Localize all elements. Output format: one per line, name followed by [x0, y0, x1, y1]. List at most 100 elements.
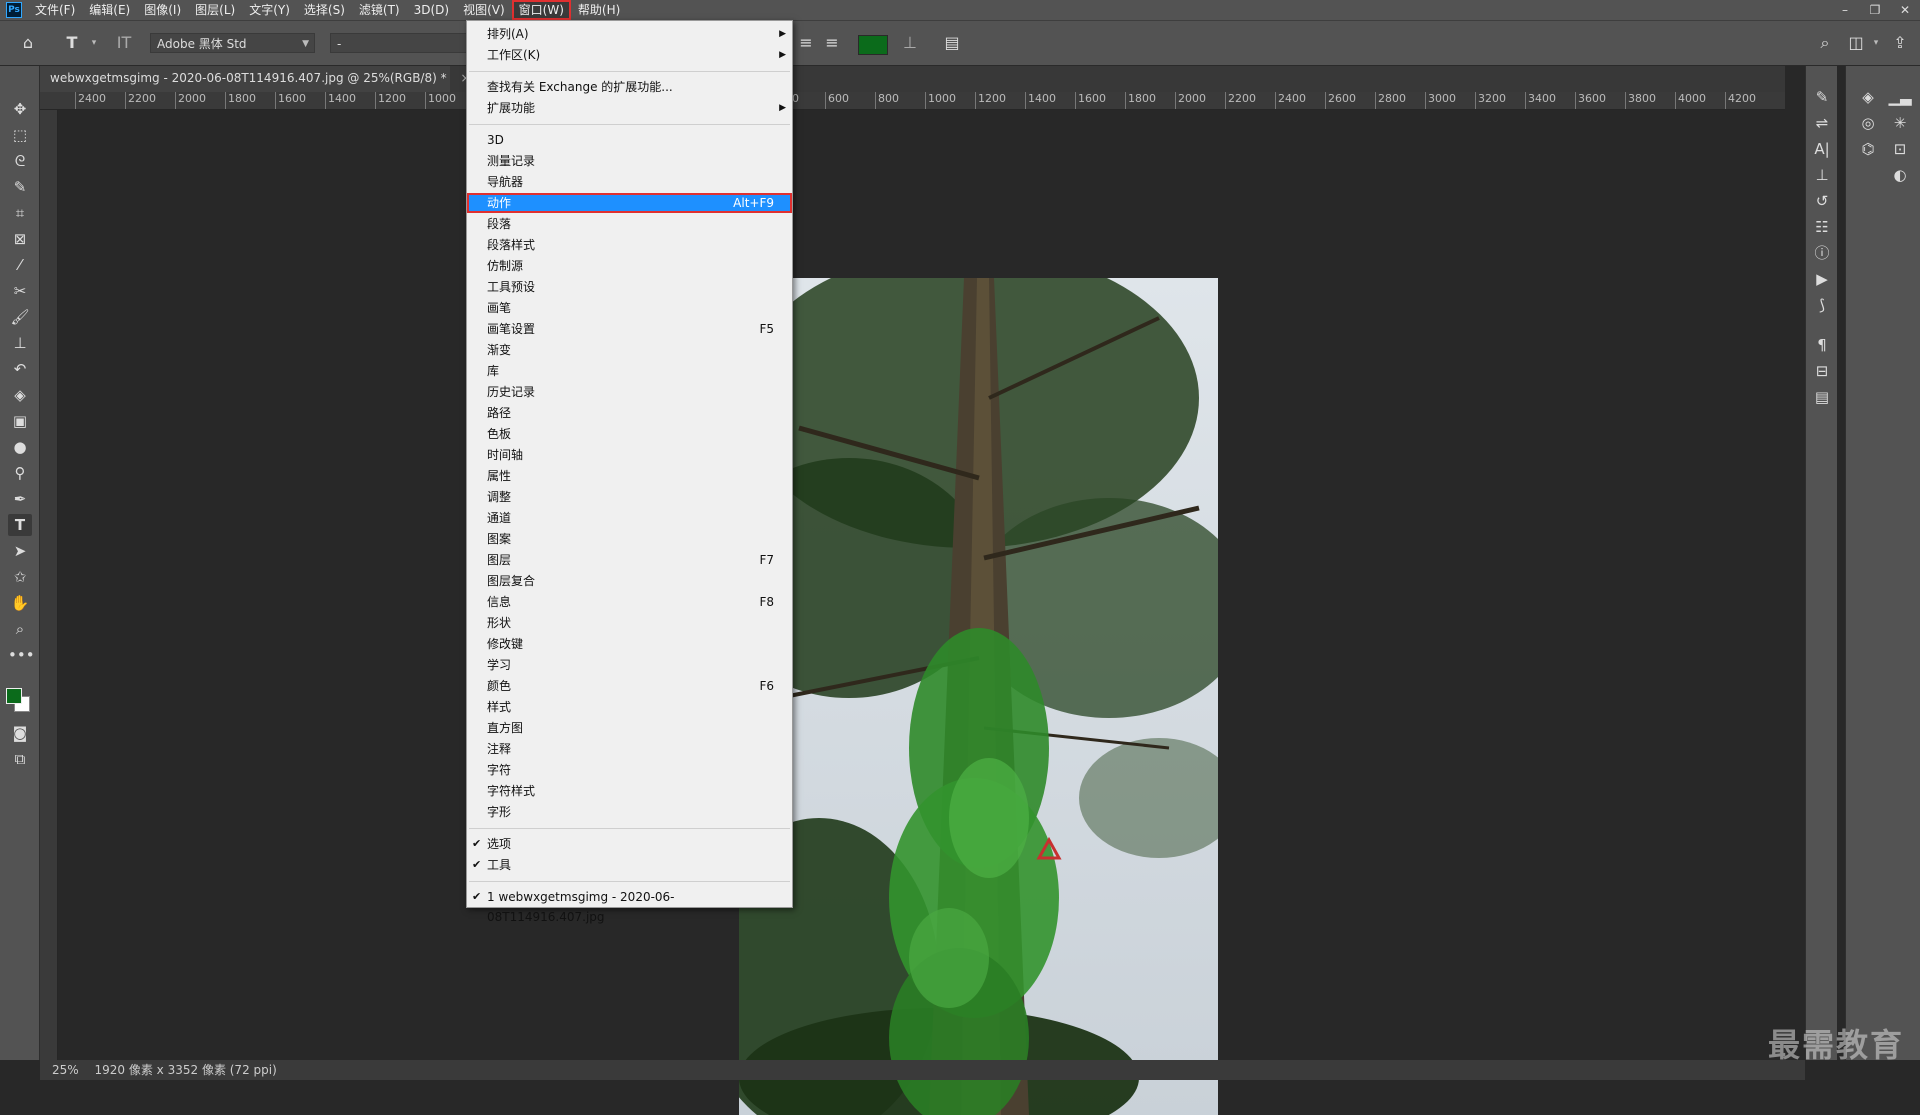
- window-menu-item[interactable]: 图层复合: [467, 571, 792, 591]
- chevron-down-icon[interactable]: ▾: [1866, 33, 1886, 53]
- layers-icon[interactable]: ◈: [1856, 86, 1880, 108]
- vertical-ruler[interactable]: [40, 110, 58, 1060]
- layer-comps-icon[interactable]: ⊟: [1810, 360, 1834, 382]
- zoom-level[interactable]: 25%: [52, 1063, 79, 1077]
- pen-tool-icon[interactable]: ✒: [8, 488, 32, 510]
- window-menu-item[interactable]: 形状: [467, 613, 792, 633]
- window-menu-item[interactable]: 色板: [467, 424, 792, 444]
- window-menu-item[interactable]: ✔ 选项: [467, 834, 792, 854]
- window-menu-item[interactable]: 查找有关 Exchange 的扩展功能...: [467, 77, 792, 97]
- window-menu-item[interactable]: 工具预设: [467, 277, 792, 297]
- menu-file[interactable]: 文件(F): [28, 0, 82, 20]
- window-menu-item[interactable]: 渐变: [467, 340, 792, 360]
- window-menu-item[interactable]: 画笔设置 F5: [467, 319, 792, 339]
- menu-help[interactable]: 帮助(H): [571, 0, 627, 20]
- align-right-icon[interactable]: ≡: [822, 33, 842, 53]
- window-menu-item[interactable]: 通道: [467, 508, 792, 528]
- share-icon[interactable]: ⇪: [1890, 33, 1910, 53]
- crop-tool-icon[interactable]: ⌗: [8, 202, 32, 224]
- brush-settings-icon[interactable]: ✎: [1810, 86, 1834, 108]
- window-menu-item[interactable]: 扩展功能 ▶: [467, 98, 792, 118]
- horizontal-ruler[interactable]: 2400 2200 2000 1800 1600 1400 1200 1000 800 600 40…: [40, 92, 1785, 110]
- menu-3d[interactable]: 3D(D): [407, 0, 456, 20]
- window-menu-item[interactable]: 图案: [467, 529, 792, 549]
- search-icon[interactable]: ⌕: [1815, 33, 1835, 53]
- window-menu-item[interactable]: 时间轴: [467, 445, 792, 465]
- histogram-icon[interactable]: ▁▃: [1888, 86, 1912, 108]
- menu-filter[interactable]: 滤镜(T): [352, 0, 407, 20]
- foreground-color-swatch[interactable]: [6, 688, 22, 704]
- eyedropper-tool-icon[interactable]: ⁄: [8, 254, 32, 276]
- notes-icon[interactable]: ▤: [1810, 386, 1834, 408]
- move-tool-icon[interactable]: ✥: [8, 98, 32, 120]
- window-menu-item[interactable]: 修改键: [467, 634, 792, 654]
- text-orientation-icon[interactable]: IT: [114, 33, 134, 53]
- home-icon[interactable]: ⌂: [18, 33, 38, 53]
- libraries-icon[interactable]: ⊡: [1888, 138, 1912, 160]
- window-menu-item[interactable]: 仿制源: [467, 256, 792, 276]
- window-menu-item[interactable]: 测量记录: [467, 151, 792, 171]
- window-menu-item[interactable]: 动作 Alt+F9: [467, 193, 792, 213]
- paths-panel-icon[interactable]: ⌬: [1856, 138, 1880, 160]
- paths-icon[interactable]: ⟆: [1810, 294, 1834, 316]
- navigator-icon[interactable]: ✳: [1888, 112, 1912, 134]
- menu-select[interactable]: 选择(S): [297, 0, 352, 20]
- actions-icon[interactable]: ▶: [1810, 268, 1834, 290]
- paragraph-icon[interactable]: ¶: [1810, 334, 1834, 356]
- document-info[interactable]: 1920 像素 x 3352 像素 (72 ppi): [95, 1063, 277, 1077]
- window-menu-item[interactable]: 路径: [467, 403, 792, 423]
- restore-button[interactable]: ❐: [1860, 0, 1890, 20]
- window-menu-item[interactable]: 3D: [467, 130, 792, 150]
- window-menu-item[interactable]: ✔ 工具: [467, 855, 792, 875]
- dodge-tool-icon[interactable]: ⚲: [8, 462, 32, 484]
- history-icon[interactable]: ↺: [1810, 190, 1834, 212]
- brush-tool-icon[interactable]: 🖌: [8, 306, 32, 328]
- menu-layer[interactable]: 图层(L): [188, 0, 242, 20]
- path-selection-tool-icon[interactable]: ➤: [8, 540, 32, 562]
- eraser-tool-icon[interactable]: ◈: [8, 384, 32, 406]
- frame-tool-icon[interactable]: ⊠: [8, 228, 32, 250]
- window-menu-item[interactable]: 段落样式: [467, 235, 792, 255]
- minimize-button[interactable]: –: [1830, 0, 1860, 20]
- channels-icon[interactable]: ◎: [1856, 112, 1880, 134]
- workspace-icon[interactable]: ◫: [1846, 33, 1866, 53]
- chevron-down-icon[interactable]: ▾: [84, 33, 104, 53]
- menu-window[interactable]: 窗口(W): [511, 0, 571, 20]
- healing-brush-tool-icon[interactable]: ✂: [8, 280, 32, 302]
- hand-tool-icon[interactable]: ✋: [8, 592, 32, 614]
- window-menu-item[interactable]: 工作区(K) ▶: [467, 45, 792, 65]
- marquee-tool-icon[interactable]: ⬚: [8, 124, 32, 146]
- adjustments-icon[interactable]: ⇌: [1810, 112, 1834, 134]
- window-menu-item[interactable]: 排列(A) ▶: [467, 24, 792, 44]
- warp-text-icon[interactable]: ⊥: [900, 33, 920, 53]
- font-family-select[interactable]: Adobe 黑体 Std ▼: [150, 33, 315, 53]
- window-menu-item[interactable]: ✔ 1 webwxgetmsgimg - 2020-06-08T114916.40…: [467, 887, 792, 924]
- window-menu-item[interactable]: 直方图: [467, 718, 792, 738]
- text-color-swatch[interactable]: [858, 35, 888, 55]
- window-menu-item[interactable]: 信息 F8: [467, 592, 792, 612]
- menu-edit[interactable]: 编辑(E): [82, 0, 137, 20]
- document-tab[interactable]: webwxgetmsgimg - 2020-06-08T114916.407.j…: [40, 66, 471, 92]
- window-menu-item[interactable]: 颜色 F6: [467, 676, 792, 696]
- window-menu-item[interactable]: 库: [467, 361, 792, 381]
- menu-type[interactable]: 文字(Y): [242, 0, 297, 20]
- zoom-tool-icon[interactable]: ⌕: [8, 618, 32, 640]
- window-menu-item[interactable]: 属性: [467, 466, 792, 486]
- gradient-tool-icon[interactable]: ▣: [8, 410, 32, 432]
- window-menu-item[interactable]: 图层 F7: [467, 550, 792, 570]
- font-style-select[interactable]: -: [330, 33, 470, 53]
- quick-selection-tool-icon[interactable]: ✎: [8, 176, 32, 198]
- window-menu-item[interactable]: 字符: [467, 760, 792, 780]
- lasso-tool-icon[interactable]: ᘓ: [8, 150, 32, 172]
- window-menu-item[interactable]: 历史记录: [467, 382, 792, 402]
- window-menu-item[interactable]: 段落: [467, 214, 792, 234]
- window-menu-item[interactable]: 注释: [467, 739, 792, 759]
- window-menu-item[interactable]: 画笔: [467, 298, 792, 318]
- shape-tool-icon[interactable]: ✩: [8, 566, 32, 588]
- character-panel-icon[interactable]: ▤: [942, 33, 962, 53]
- blur-tool-icon[interactable]: ●: [8, 436, 32, 458]
- window-menu-item[interactable]: 样式: [467, 697, 792, 717]
- clone-source-icon[interactable]: ⊥: [1810, 164, 1834, 186]
- window-menu-item[interactable]: 字符样式: [467, 781, 792, 801]
- close-window-button[interactable]: ✕: [1890, 0, 1920, 20]
